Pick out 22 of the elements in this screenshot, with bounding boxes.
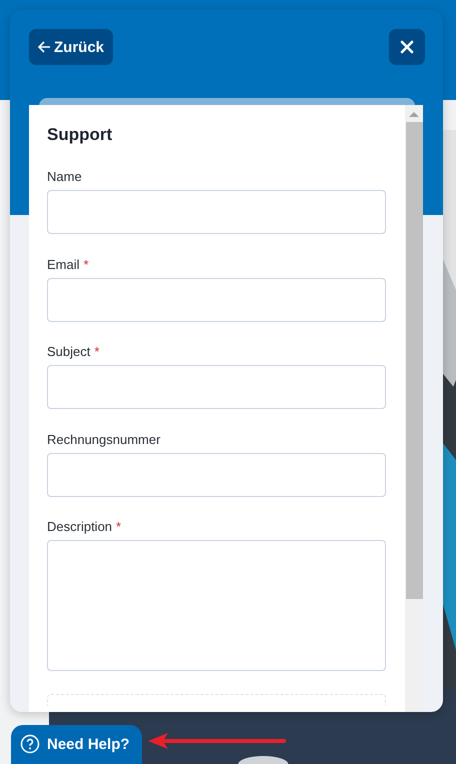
form-title: Support — [47, 125, 114, 145]
input-field[interactable] — [47, 190, 386, 234]
required-mark: * — [94, 344, 100, 359]
input-field[interactable] — [47, 278, 386, 322]
upload-area[interactable] — [47, 694, 386, 706]
close-button[interactable] — [389, 29, 425, 65]
field-label: Subject — [47, 344, 90, 359]
question-icon — [20, 734, 40, 754]
back-button[interactable]: Zurück — [29, 29, 114, 65]
scrollbar[interactable] — [405, 105, 423, 712]
field-label: Rechnungsnummer — [47, 432, 160, 446]
field-label: Description — [47, 519, 112, 534]
input-field[interactable] — [47, 365, 386, 409]
field-label: Name — [47, 169, 82, 184]
arrow-left-icon — [37, 40, 51, 54]
close-icon — [400, 40, 414, 54]
required-mark: * — [84, 256, 89, 272]
field-label: Email — [47, 256, 80, 272]
input-field[interactable] — [47, 452, 386, 496]
help-button[interactable]: Need Help? — [11, 725, 142, 764]
text-area[interactable] — [47, 540, 386, 671]
required-mark: * — [116, 519, 122, 534]
